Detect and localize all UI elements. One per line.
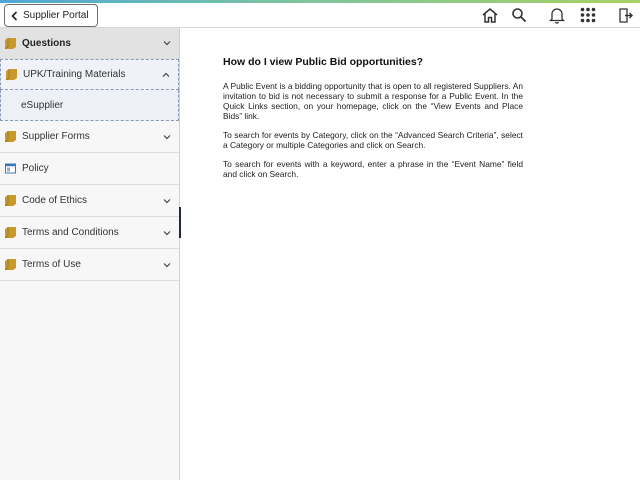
sidebar-item-esupplier[interactable]: eSupplier	[0, 90, 179, 121]
folder-icon	[5, 227, 16, 238]
home-icon[interactable]	[479, 4, 501, 26]
chevron-down-icon	[163, 41, 171, 46]
chevron-left-icon	[11, 10, 18, 21]
sidebar-item-code-of-ethics[interactable]: Code of Ethics	[0, 185, 179, 217]
sidebar-item-label: Code of Ethics	[22, 195, 88, 206]
faq-article: How do I view Public Bid opportunities? …	[223, 56, 523, 188]
back-button[interactable]: Supplier Portal	[4, 4, 98, 27]
article-paragraph: To search for events by Category, click …	[223, 130, 523, 150]
chevron-down-icon	[163, 262, 171, 267]
back-button-label: Supplier Portal	[23, 10, 89, 21]
sidebar-item-label: Questions	[22, 37, 71, 49]
search-icon[interactable]	[508, 4, 530, 26]
folder-icon	[5, 259, 16, 270]
sidebar-item-label: Terms and Conditions	[22, 227, 119, 238]
folder-icon	[5, 37, 16, 49]
sidebar-item-label: Policy	[22, 163, 49, 174]
main-content: How do I view Public Bid opportunities? …	[181, 28, 640, 480]
sidebar-item-label: eSupplier	[21, 99, 64, 111]
folder-icon	[5, 131, 16, 142]
sidebar-item-label: UPK/Training Materials	[23, 69, 126, 80]
sidebar-item-questions[interactable]: Questions	[0, 28, 179, 59]
sidebar-item-supplier-forms[interactable]: Supplier Forms	[0, 121, 179, 153]
article-paragraph: A Public Event is a bidding opportunity …	[223, 81, 523, 121]
chevron-up-icon	[162, 72, 170, 77]
bell-icon[interactable]	[546, 4, 568, 26]
chevron-down-icon	[163, 230, 171, 235]
app-header: Supplier Portal	[0, 3, 640, 28]
sidebar-item-policy[interactable]: Policy	[0, 153, 179, 185]
page-icon	[5, 163, 16, 174]
sidebar-item-label: Terms of Use	[22, 259, 81, 270]
grid-menu-icon[interactable]	[577, 4, 599, 26]
sidebar-item-label: Supplier Forms	[22, 131, 90, 142]
article-paragraph: To search for events with a keyword, ent…	[223, 159, 523, 179]
article-title: How do I view Public Bid opportunities?	[223, 56, 424, 68]
sidebar-item-upk-training[interactable]: UPK/Training Materials	[0, 59, 179, 90]
sidebar-item-terms-and-conditions[interactable]: Terms and Conditions	[0, 217, 179, 249]
folder-icon	[6, 69, 17, 80]
sidebar-nav: Questions UPK/Training Materials eSuppli…	[0, 28, 180, 480]
chevron-down-icon	[163, 198, 171, 203]
chevron-down-icon	[163, 134, 171, 139]
folder-icon	[5, 195, 16, 206]
sidebar-item-terms-of-use[interactable]: Terms of Use	[0, 249, 179, 281]
signout-icon[interactable]	[614, 4, 636, 26]
